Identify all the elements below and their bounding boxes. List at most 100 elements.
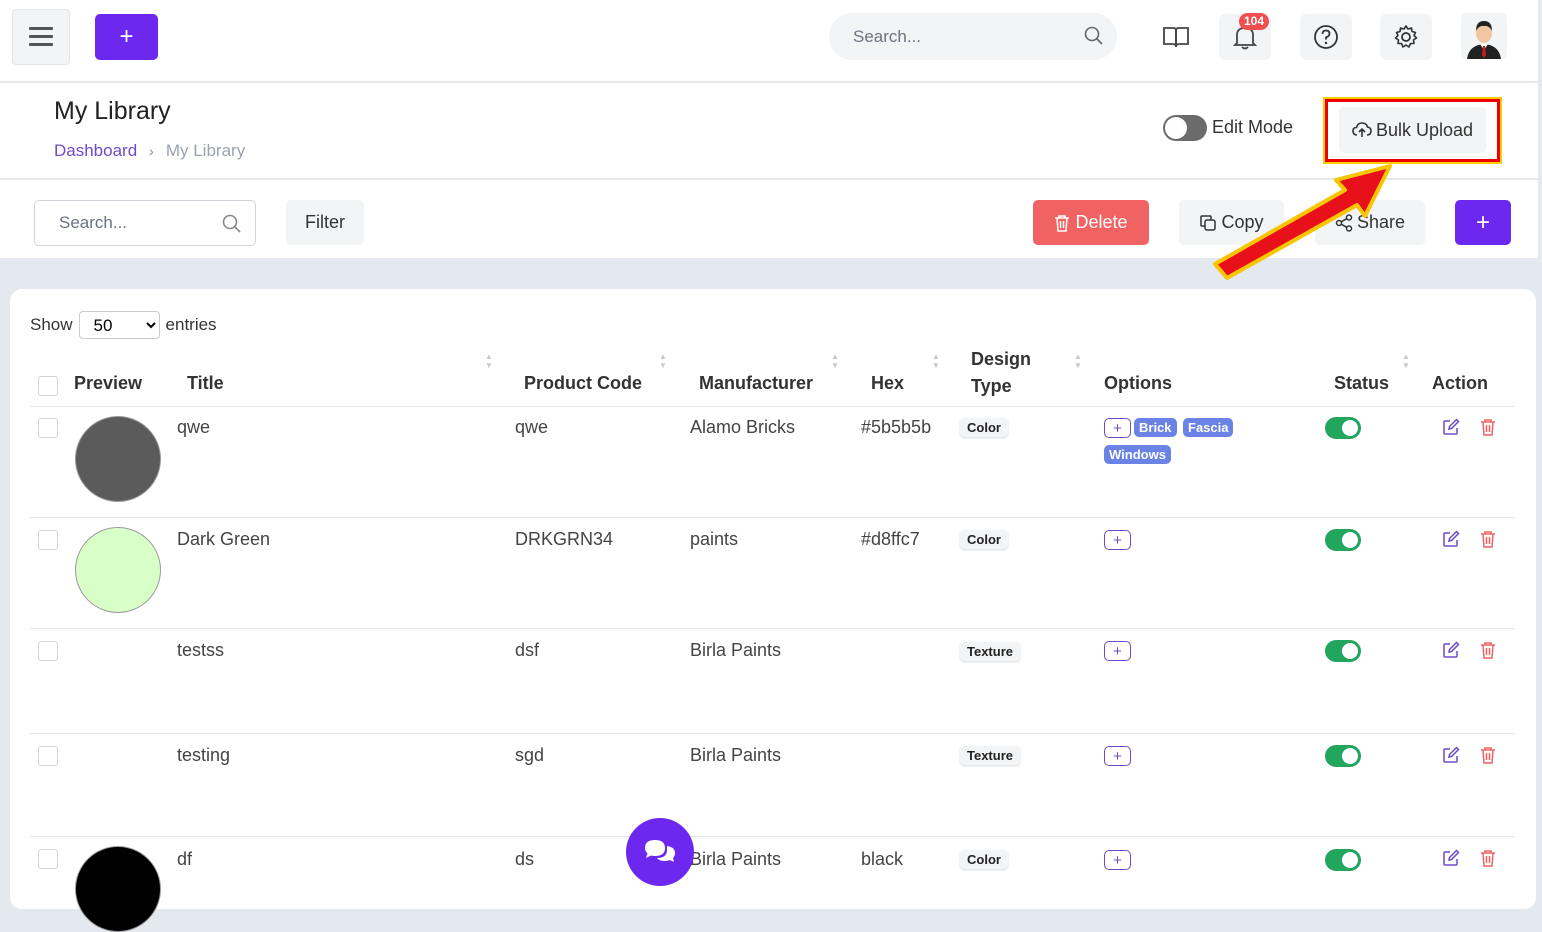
status-toggle[interactable] xyxy=(1325,849,1361,871)
menu-button[interactable] xyxy=(12,9,70,65)
add-option-button[interactable]: + xyxy=(1104,746,1131,766)
th-hex[interactable]: Hex xyxy=(871,373,904,394)
design-type-badge: Color xyxy=(960,418,1008,437)
status-toggle[interactable] xyxy=(1325,640,1361,662)
row-checkbox[interactable] xyxy=(38,746,58,766)
design-type-badge: Texture xyxy=(960,746,1020,765)
th-preview: Preview xyxy=(74,373,143,393)
help-button[interactable] xyxy=(1300,14,1352,60)
page-title: My Library xyxy=(54,97,171,125)
trash-icon[interactable] xyxy=(1480,418,1496,436)
user-avatar-icon xyxy=(1461,13,1507,59)
edit-icon[interactable] xyxy=(1442,641,1460,659)
trash-icon[interactable] xyxy=(1480,849,1496,867)
th-manufacturer[interactable]: Manufacturer xyxy=(699,373,813,394)
breadcrumb-current: My Library xyxy=(165,141,246,160)
cell-code: DRKGRN34 xyxy=(515,529,614,549)
cell-code: sgd xyxy=(515,745,545,765)
preview-swatch xyxy=(75,846,161,932)
trash-icon xyxy=(1055,214,1070,232)
row-checkbox[interactable] xyxy=(38,849,58,869)
preview-swatch xyxy=(75,527,161,613)
breadcrumb-dashboard-link[interactable]: Dashboard xyxy=(54,141,137,161)
th-action: Action xyxy=(1432,373,1488,393)
cell-title: testing xyxy=(177,745,231,765)
cell-code: qwe xyxy=(515,417,549,437)
sort-icon[interactable]: ▲ ▼ xyxy=(831,352,839,370)
cell-code: dsf xyxy=(515,640,540,660)
row-checkbox[interactable] xyxy=(38,530,58,550)
edit-icon[interactable] xyxy=(1442,746,1460,764)
row-divider xyxy=(30,733,1515,734)
search-icon[interactable] xyxy=(222,214,242,234)
annotation-arrow xyxy=(1213,164,1392,280)
th-title[interactable]: Title xyxy=(187,373,224,394)
chevron-right-icon: › xyxy=(149,143,154,159)
filter-button[interactable]: Filter xyxy=(286,200,364,245)
entries-control: Show 50 entries xyxy=(30,311,217,339)
edit-icon[interactable] xyxy=(1442,418,1460,436)
cloud-upload-icon xyxy=(1352,122,1372,137)
plus-icon: + xyxy=(119,23,134,50)
th-design-word: Design xyxy=(971,349,1032,369)
cell-manufacturer: Birla Paints xyxy=(690,745,782,765)
global-search-input[interactable] xyxy=(829,13,1117,60)
delete-button[interactable]: Delete xyxy=(1033,200,1149,245)
sort-icon[interactable]: ▲ ▼ xyxy=(932,352,940,370)
design-type-badge: Color xyxy=(960,850,1008,869)
row-checkbox[interactable] xyxy=(38,641,58,661)
option-tag: Fascia xyxy=(1183,418,1234,437)
edit-mode-label: Edit Mode xyxy=(1212,117,1294,137)
row-checkbox[interactable] xyxy=(38,418,58,438)
cell-manufacturer: Alamo Bricks xyxy=(690,417,796,437)
avatar[interactable] xyxy=(1461,13,1507,59)
th-type-word: Type xyxy=(971,376,1012,396)
status-toggle[interactable] xyxy=(1325,417,1361,439)
bulk-upload-button[interactable]: Bulk Upload xyxy=(1339,107,1486,153)
option-tag: Brick xyxy=(1134,418,1177,437)
chat-button[interactable] xyxy=(626,818,694,886)
sort-icon[interactable]: ▲ ▼ xyxy=(1074,352,1082,370)
delete-label: Delete xyxy=(1075,212,1128,232)
status-toggle[interactable] xyxy=(1325,529,1361,551)
settings-button[interactable] xyxy=(1380,14,1432,60)
header-divider xyxy=(30,406,1515,407)
search-icon[interactable] xyxy=(1084,26,1104,46)
create-button[interactable]: + xyxy=(95,14,158,60)
add-option-button[interactable]: + xyxy=(1104,418,1131,438)
show-label: Show xyxy=(30,315,73,334)
cell-manufacturer: Birla Paints xyxy=(690,849,782,869)
edit-icon[interactable] xyxy=(1442,849,1460,867)
entries-label: entries xyxy=(165,315,217,334)
sort-icon[interactable]: ▲ ▼ xyxy=(659,352,667,370)
add-item-button[interactable]: + xyxy=(1455,200,1511,245)
docs-button[interactable] xyxy=(1150,14,1202,60)
entries-select[interactable]: 50 xyxy=(78,311,160,339)
sort-icon[interactable]: ▲ ▼ xyxy=(1402,352,1410,370)
add-option-button[interactable]: + xyxy=(1104,530,1131,550)
trash-icon[interactable] xyxy=(1480,641,1496,659)
top-bar: + 104 xyxy=(0,0,1538,82)
book-icon xyxy=(1163,27,1189,48)
cell-title: Dark Green xyxy=(177,529,271,549)
trash-icon[interactable] xyxy=(1480,746,1496,764)
cell-manufacturer: Birla Paints xyxy=(690,640,782,660)
edit-icon[interactable] xyxy=(1442,530,1460,548)
chat-bubbles-icon xyxy=(645,840,675,862)
notification-badge: 104 xyxy=(1239,13,1270,30)
row-divider xyxy=(30,836,1515,837)
add-option-button[interactable]: + xyxy=(1104,850,1131,870)
cell-title: qwe xyxy=(177,417,211,437)
add-option-button[interactable]: + xyxy=(1104,641,1131,661)
edit-mode-toggle[interactable] xyxy=(1163,115,1207,141)
status-toggle[interactable] xyxy=(1325,745,1361,767)
trash-icon[interactable] xyxy=(1480,530,1496,548)
th-product-code[interactable]: Product Code xyxy=(524,373,642,394)
th-design-type[interactable]: Design Type xyxy=(971,346,1031,400)
th-status[interactable]: Status xyxy=(1334,373,1389,394)
row-divider xyxy=(30,628,1515,629)
help-icon xyxy=(1314,25,1338,49)
select-all-checkbox[interactable] xyxy=(38,376,58,396)
sort-icon[interactable]: ▲ ▼ xyxy=(485,352,493,370)
library-table-card: Show 50 entries Preview Title ▲ ▼ Product… xyxy=(10,289,1536,932)
